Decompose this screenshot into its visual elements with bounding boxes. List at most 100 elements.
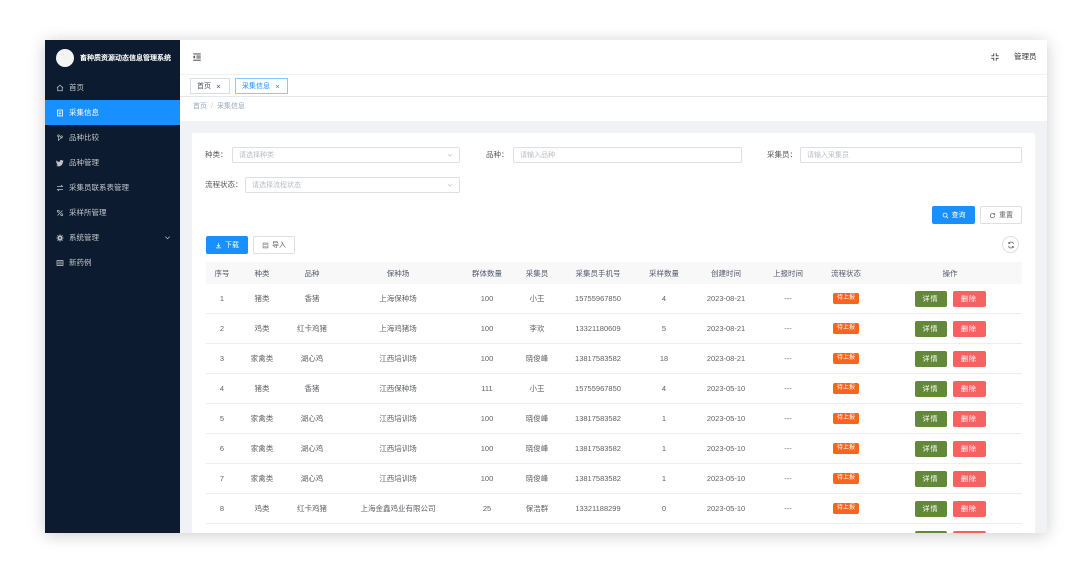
sidebar-item-breed-management[interactable]: 品种管理	[45, 150, 180, 175]
cell-status: 待上报	[814, 344, 878, 373]
column-breed: 品种	[304, 268, 320, 278]
download-label: 下载	[225, 242, 239, 249]
detail-button[interactable]: 详情	[914, 290, 947, 307]
cell-reported: ---	[762, 494, 814, 523]
cell-species: 家禽类	[238, 434, 286, 463]
cell-created: 2023-05-10	[690, 494, 762, 523]
cell-reported: ---	[762, 464, 814, 493]
delete-button[interactable]: 删除	[952, 500, 986, 517]
cell-breed: 红卡鸡猪	[286, 494, 338, 523]
cell-index-text: 2	[219, 324, 225, 333]
breadcrumb-home[interactable]: 首页	[193, 103, 207, 110]
table-row: 6 家禽类 湖心鸡 江西培训场 100 晓俊峰 13817583582 1 2023-05-10…	[206, 434, 1022, 464]
cell-samples-text: 4	[661, 294, 667, 303]
sidebar-item-label: 采样所管理	[69, 208, 107, 217]
close-icon[interactable]	[216, 84, 221, 89]
cell-created: 2023-05-10	[690, 404, 762, 433]
close-icon[interactable]	[275, 84, 280, 89]
data-table: 序号 种类 品种 保种场 群体数量 采集员 采集员手机号 采样数量 创建时间 上…	[206, 262, 1022, 533]
cell-collector-text: 晓俊峰	[525, 444, 549, 453]
detail-button[interactable]: 详情	[914, 470, 947, 487]
cell-farm: 江西培训场	[338, 434, 458, 463]
cell-actions: 详情删除	[878, 284, 1022, 313]
cell-samples-text: 1	[661, 444, 667, 453]
cell-collector: 晓俊峰	[516, 404, 558, 433]
column-reported: 上报时间	[773, 268, 803, 278]
cell-samples	[638, 524, 690, 533]
cell-species	[238, 524, 286, 533]
cell-created: 2023-08-21	[690, 344, 762, 373]
cell-status: 待上报	[814, 404, 878, 433]
cell-farm-text: 上海鸡猪场	[379, 324, 417, 333]
cell-breed: 湖心鸡	[286, 464, 338, 493]
delete-button[interactable]: 删除	[952, 410, 986, 427]
sidebar-item-breed-compare[interactable]: 品种比较	[45, 125, 180, 150]
sidebar-item-system-management[interactable]: 系统管理	[45, 225, 180, 250]
sidebar-item-new-case[interactable]: 新药例	[45, 250, 180, 275]
tab-home[interactable]: 首页	[190, 78, 230, 94]
cell-collector-text: 小王	[529, 384, 545, 393]
cell-created-text: 2023-05-10	[706, 504, 746, 513]
logo[interactable]: 畜种质资源动态信息管理系统	[45, 40, 180, 75]
detail-button[interactable]: 详情	[914, 380, 947, 397]
cell-breed-text: 红卡鸡猪	[297, 504, 327, 513]
query-button[interactable]: 查询	[932, 206, 975, 224]
cell-index: 3	[206, 344, 238, 373]
detail-button[interactable]: 详情	[914, 500, 947, 517]
column-samples: 采样数量	[649, 268, 679, 278]
delete-button[interactable]: 删除	[952, 290, 986, 307]
table-row: 3 家禽类 湖心鸡 江西培训场 100 晓俊峰 13817583582 18 2023-08-2…	[206, 344, 1022, 374]
species-placeholder: 请选择种类	[239, 152, 274, 159]
column-status: 流程状态	[831, 268, 861, 278]
species-select[interactable]: 请选择种类	[232, 147, 460, 163]
cell-breed	[286, 524, 338, 533]
refresh-table-button[interactable]	[1002, 236, 1019, 253]
sidebar-item-label: 新药例	[69, 258, 92, 267]
sidebar-item-sampling-site[interactable]: 采样所管理	[45, 200, 180, 225]
delete-button[interactable]: 删除	[952, 320, 986, 337]
user-menu[interactable]: 管理员	[1014, 40, 1037, 74]
cell-samples: 4	[638, 374, 690, 403]
cell-reported-text: ---	[784, 474, 792, 483]
detail-button[interactable]: 详情	[914, 530, 947, 533]
content-area: 种类： 请选择种类 品种： 采集员： 流程状态： 请选择流程状态	[180, 121, 1047, 533]
tab-collection-info[interactable]: 采集信息	[235, 78, 288, 94]
delete-button[interactable]: 删除	[952, 350, 986, 367]
import-button[interactable]: 导入	[253, 236, 295, 254]
delete-button[interactable]: 删除	[952, 440, 986, 457]
cell-population-text: 25	[482, 504, 492, 513]
cell-population-text: 100	[480, 474, 494, 483]
breed-input[interactable]	[513, 147, 742, 163]
detail-button[interactable]: 详情	[914, 440, 947, 457]
delete-button[interactable]: 删除	[952, 530, 986, 533]
detail-button[interactable]: 详情	[914, 320, 947, 337]
detail-button[interactable]: 详情	[914, 350, 947, 367]
sidebar-item-collection-info[interactable]: 采集信息	[45, 100, 180, 125]
reset-button[interactable]: 重置	[980, 206, 1022, 224]
delete-button[interactable]: 删除	[952, 470, 986, 487]
download-button[interactable]: 下载	[206, 236, 248, 254]
status-select[interactable]: 请选择流程状态	[245, 177, 460, 193]
status-badge: 待上报	[832, 413, 859, 424]
cell-farm: 上海保种场	[338, 284, 458, 313]
bird-icon	[56, 159, 64, 167]
percent-icon	[56, 209, 64, 217]
collector-input[interactable]	[800, 147, 1022, 163]
cell-actions: 详情删除	[878, 314, 1022, 343]
reset-label: 重置	[999, 212, 1013, 219]
sidebar-item-collector-contacts[interactable]: 采集员联系表管理	[45, 175, 180, 200]
column-created: 创建时间	[711, 268, 741, 278]
cell-population-text: 100	[480, 324, 494, 333]
cell-population: 100	[458, 314, 516, 343]
cell-population-text: 100	[480, 414, 494, 423]
sidebar-item-home[interactable]: 首页	[45, 75, 180, 100]
detail-button[interactable]: 详情	[914, 410, 947, 427]
sidebar: 畜种质资源动态信息管理系统 首页 采集信息 品种比较 品种管理 采集员联系表管理…	[45, 40, 180, 533]
breadcrumb: 首页 / 采集信息	[180, 97, 1047, 121]
status-badge: 待上报	[832, 443, 859, 454]
cell-breed: 红卡鸡猪	[286, 314, 338, 343]
fullscreen-icon[interactable]	[990, 52, 1000, 62]
menu-fold-icon[interactable]	[192, 52, 202, 62]
delete-button[interactable]: 删除	[952, 380, 986, 397]
status-badge: 待上报	[832, 353, 859, 364]
